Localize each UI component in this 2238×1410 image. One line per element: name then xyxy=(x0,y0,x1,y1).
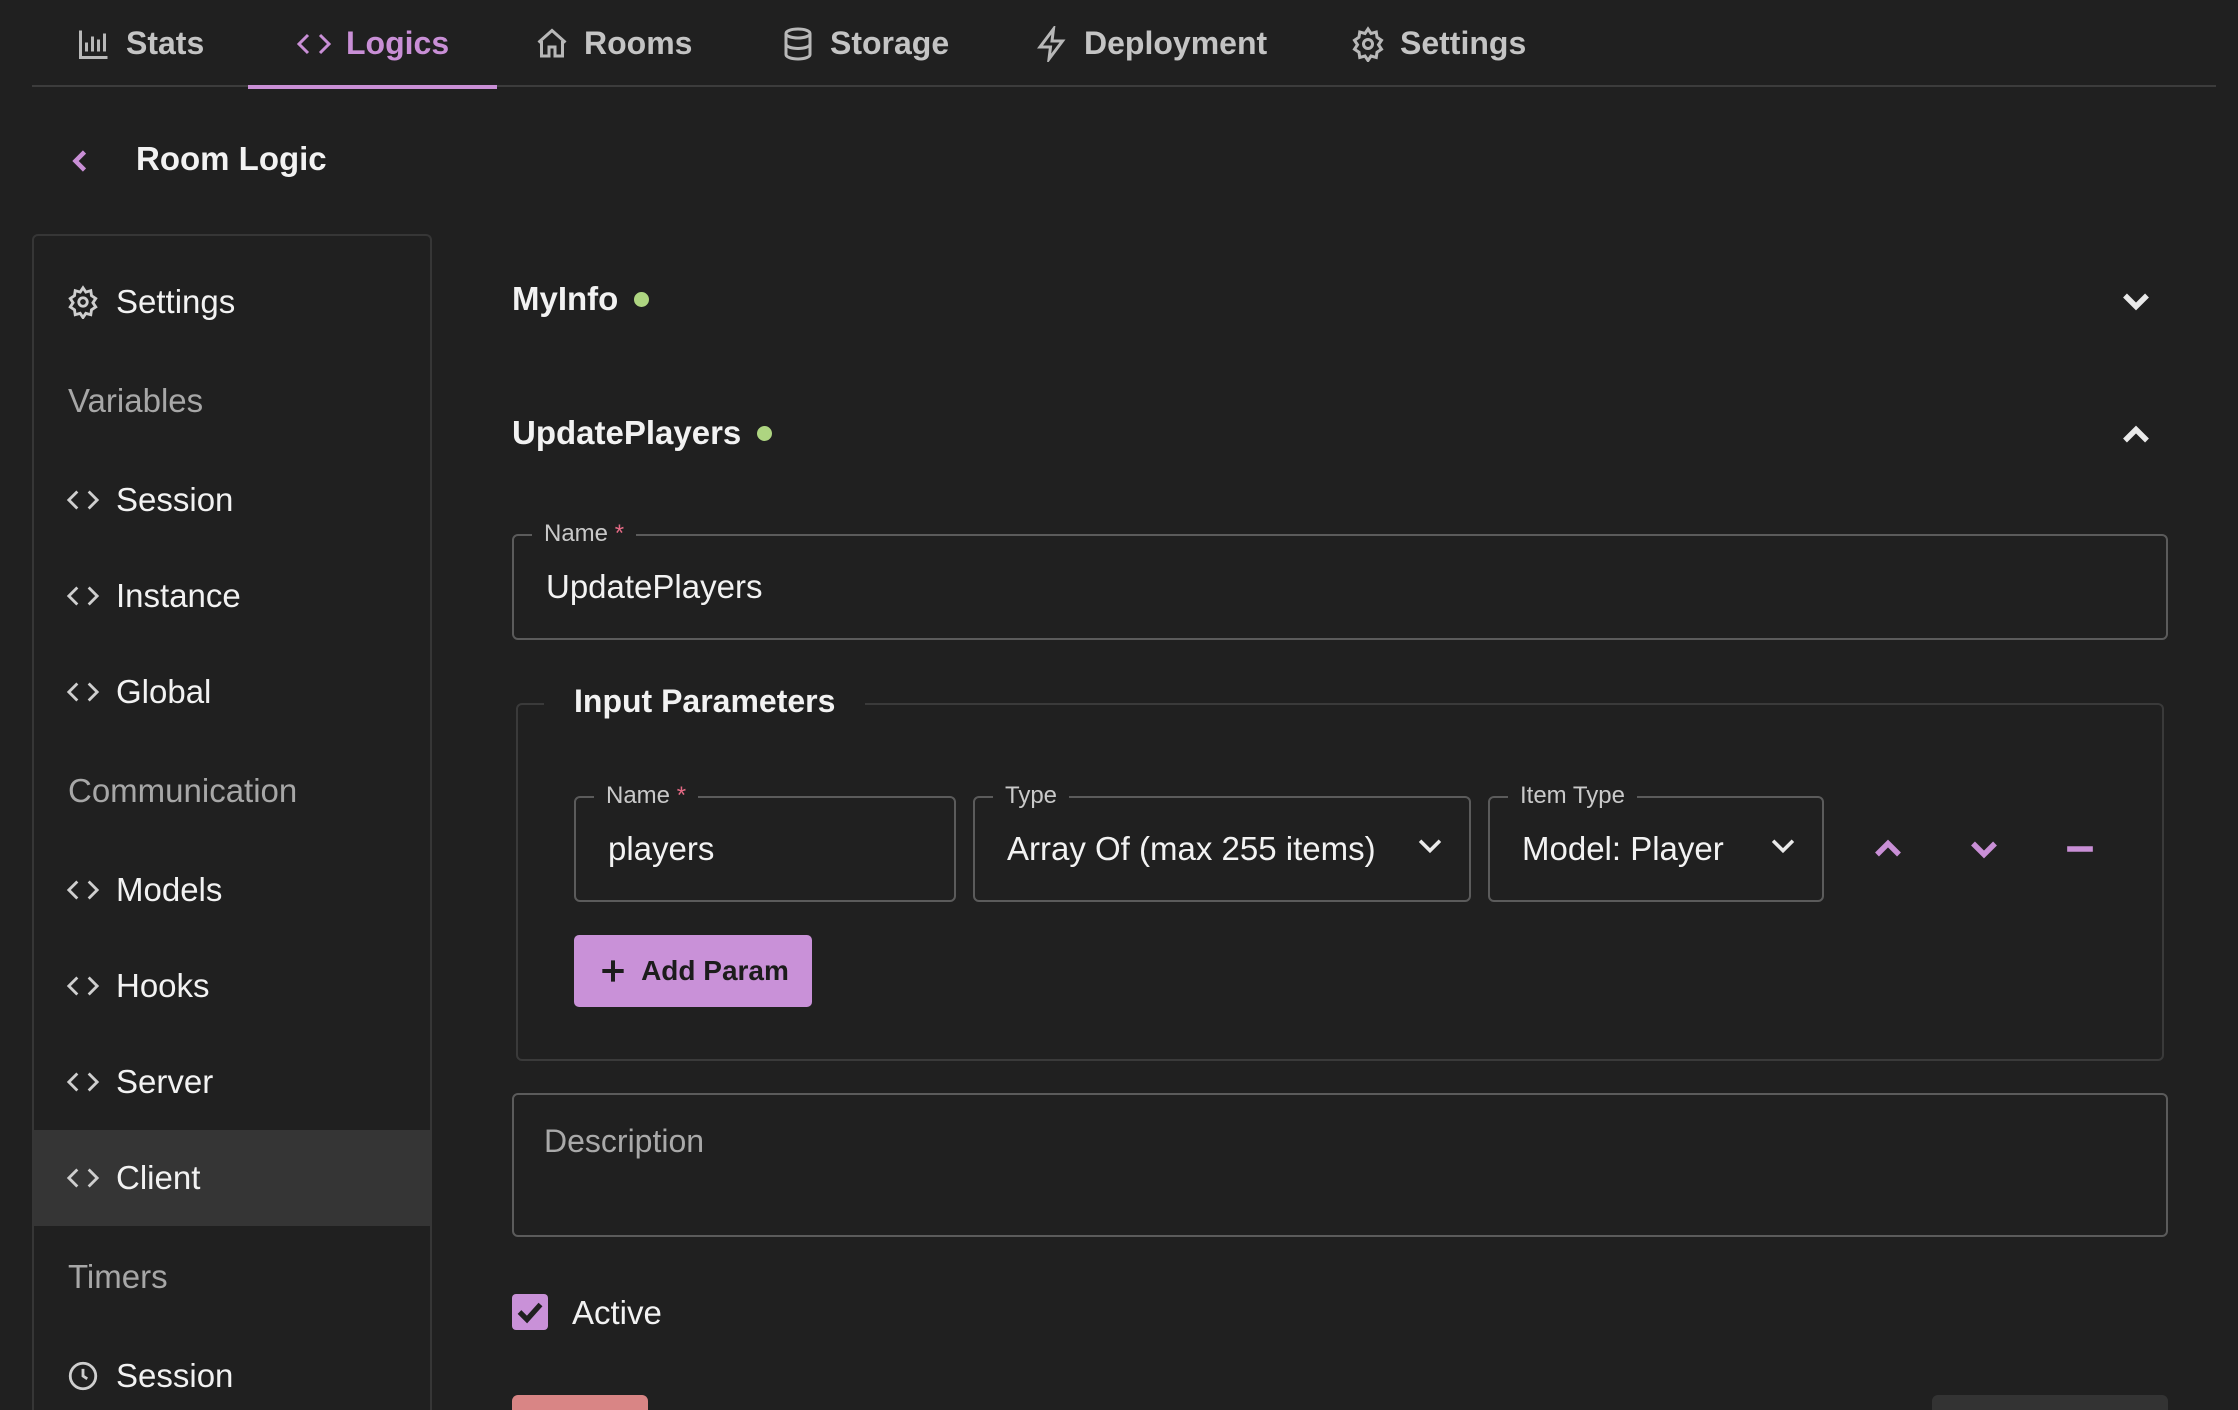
logic-name-value: UpdatePlayers xyxy=(546,568,763,605)
checkmark-icon xyxy=(517,1302,543,1324)
add-param-button[interactable]: Add Param xyxy=(574,935,812,1007)
chevron-left-icon xyxy=(72,150,87,172)
top-tab-bar: Stats Logics Rooms Storage Deployment Se… xyxy=(32,0,2216,89)
sidebar-item-label: Hooks xyxy=(116,967,210,1004)
tab-settings[interactable]: Settings xyxy=(1350,0,1526,87)
tab-label: Stats xyxy=(126,25,205,61)
tab-label: Rooms xyxy=(584,25,693,61)
gear-icon xyxy=(68,285,98,319)
button-label: Add Param xyxy=(641,955,789,986)
tab-deployment[interactable]: Deployment xyxy=(1034,0,1267,87)
sidebar-item-label: Client xyxy=(116,1159,201,1196)
back-button[interactable] xyxy=(62,143,98,179)
sidebar-item-label: Global xyxy=(116,673,212,710)
chevron-up-icon xyxy=(2123,425,2149,443)
description-field[interactable]: Description xyxy=(512,1093,2168,1237)
chevron-up-icon xyxy=(1875,839,1901,857)
sidebar: Settings Variables Session Instance Glob… xyxy=(32,234,432,1410)
accordion-title: UpdatePlayers xyxy=(512,414,742,451)
clock-icon xyxy=(68,1361,98,1391)
gear-icon xyxy=(1352,25,1384,62)
code-icon xyxy=(66,976,100,996)
status-dot xyxy=(757,425,773,441)
required-marker: * xyxy=(676,782,687,809)
label-text: Name xyxy=(606,782,671,809)
sidebar-section-timers: Timers xyxy=(68,1258,168,1295)
bar-chart-icon xyxy=(79,30,108,59)
sidebar-item-label: Settings xyxy=(116,283,236,320)
required-marker: * xyxy=(614,520,625,547)
bolt-icon xyxy=(1037,25,1066,62)
field-label: Type xyxy=(993,782,1070,810)
delete-button[interactable] xyxy=(512,1395,648,1410)
code-icon xyxy=(296,33,332,54)
chevron-down-icon xyxy=(2123,293,2149,311)
tab-stats[interactable]: Stats xyxy=(76,0,204,87)
code-icon xyxy=(66,682,100,702)
sidebar-item-label: Session xyxy=(116,481,234,518)
param-type-value: Array Of (max 255 items) xyxy=(1007,830,1376,867)
sidebar-item-client[interactable]: Client xyxy=(34,1130,430,1226)
tab-label: Deployment xyxy=(1084,25,1268,61)
param-item-type-select[interactable]: Item Type Model: Player xyxy=(1488,782,1824,902)
plus-icon xyxy=(602,960,624,982)
code-icon xyxy=(66,586,100,606)
tab-label: Storage xyxy=(830,25,950,61)
tab-label: Logics xyxy=(346,25,450,61)
tab-logics[interactable]: Logics xyxy=(247,0,498,89)
code-icon xyxy=(66,880,100,900)
tab-rooms[interactable]: Rooms xyxy=(534,0,692,87)
sidebar-item-label: Server xyxy=(116,1063,214,1100)
label-text: Name xyxy=(544,520,609,547)
accordion-updateplayers-header[interactable]: UpdatePlayers xyxy=(512,414,773,452)
database-icon xyxy=(784,27,812,61)
app-root: Stats Logics Rooms Storage Deployment Se… xyxy=(0,0,2238,1410)
code-icon xyxy=(66,1168,100,1188)
remove-param-button[interactable] xyxy=(2058,827,2102,871)
accordion-myinfo-header[interactable]: MyInfo xyxy=(512,280,650,318)
active-label: Active xyxy=(572,1294,662,1331)
sidebar-section-communication: Communication xyxy=(68,772,298,809)
secondary-action-button[interactable] xyxy=(1932,1395,2168,1410)
tab-label: Settings xyxy=(1400,25,1527,61)
move-param-up-button[interactable] xyxy=(1866,827,1910,871)
param-name-value: players xyxy=(608,830,715,867)
param-name-field[interactable]: Name * players xyxy=(574,782,956,902)
sidebar-item-variables-session[interactable]: Session xyxy=(34,452,430,548)
sidebar-section-variables: Variables xyxy=(68,382,204,419)
logic-name-field[interactable]: Name * UpdatePlayers xyxy=(512,520,2168,640)
input-parameters-legend: Input Parameters xyxy=(544,683,866,720)
description-placeholder: Description xyxy=(544,1123,705,1159)
home-icon xyxy=(537,27,567,57)
param-type-select[interactable]: Type Array Of (max 255 items) xyxy=(973,782,1471,902)
sidebar-item-models[interactable]: Models xyxy=(34,842,430,938)
sidebar-item-timers-session[interactable]: Session xyxy=(34,1328,430,1410)
sidebar-item-label: Instance xyxy=(116,577,241,614)
sidebar-item-label: Session xyxy=(116,1357,234,1394)
accordion-title: MyInfo xyxy=(512,280,619,317)
sidebar-item-label: Models xyxy=(116,871,223,908)
page-title: Room Logic xyxy=(136,140,327,177)
status-dot xyxy=(634,291,650,307)
code-icon xyxy=(66,1072,100,1092)
tab-storage[interactable]: Storage xyxy=(780,0,949,87)
sidebar-item-instance[interactable]: Instance xyxy=(34,548,430,644)
sidebar-item-server[interactable]: Server xyxy=(34,1034,430,1130)
expand-button[interactable] xyxy=(2114,279,2158,323)
chevron-down-icon xyxy=(1971,841,1997,859)
active-checkbox[interactable] xyxy=(512,1294,548,1330)
minus-icon xyxy=(2067,846,2093,852)
field-label: Name * xyxy=(532,520,637,548)
field-label: Item Type xyxy=(1508,782,1637,810)
param-item-type-value: Model: Player xyxy=(1522,830,1724,867)
chevron-down-icon xyxy=(1766,828,1800,862)
code-icon xyxy=(66,490,100,510)
sidebar-item-settings[interactable]: Settings xyxy=(34,254,430,350)
move-param-down-button[interactable] xyxy=(1962,827,2006,871)
field-label: Name * xyxy=(594,782,699,810)
sidebar-item-global[interactable]: Global xyxy=(34,644,430,740)
chevron-down-icon xyxy=(1413,828,1447,862)
sidebar-item-hooks[interactable]: Hooks xyxy=(34,938,430,1034)
collapse-button[interactable] xyxy=(2114,413,2158,457)
